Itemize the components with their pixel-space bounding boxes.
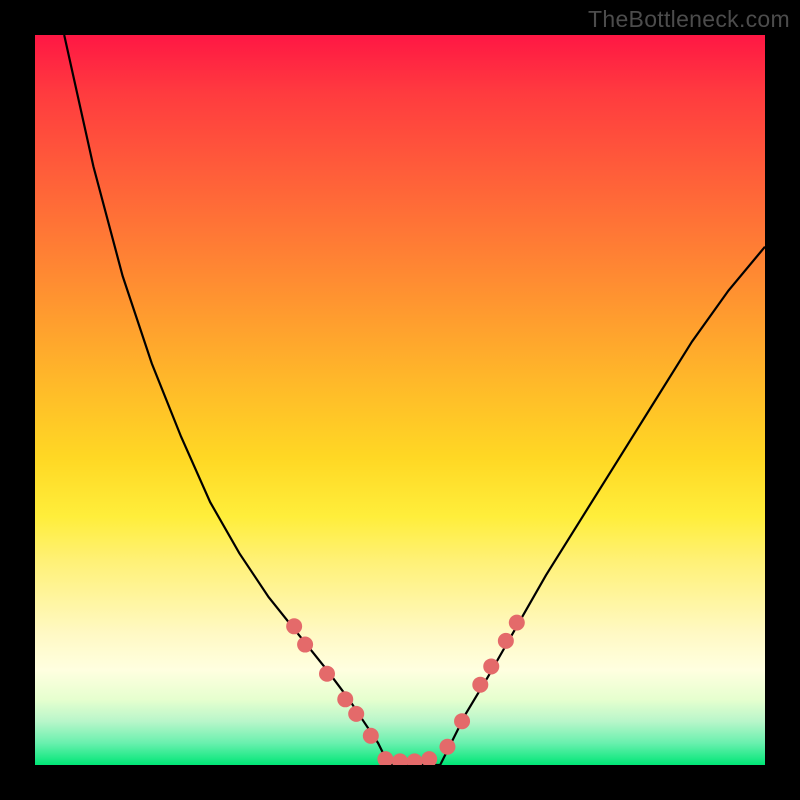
right-dot-2: [454, 713, 470, 729]
floor-dot-1: [377, 751, 393, 765]
plot-area: [35, 35, 765, 765]
right-curve-path: [440, 247, 765, 765]
right-dot-4: [483, 658, 499, 674]
left-dot-2: [297, 637, 313, 653]
left-dot-3: [319, 666, 335, 682]
right-dot-1: [439, 739, 455, 755]
right-dot-5: [498, 633, 514, 649]
floor-dot-3: [407, 753, 423, 765]
chart-svg: [35, 35, 765, 765]
floor-dot-2: [392, 753, 408, 765]
right-dot-6: [509, 615, 525, 631]
right-dot-3: [472, 677, 488, 693]
left-dot-1: [286, 618, 302, 634]
left-dot-5: [348, 706, 364, 722]
left-dot-6: [363, 728, 379, 744]
watermark-text: TheBottleneck.com: [588, 6, 790, 33]
left-curve-path: [64, 35, 389, 765]
left-dot-4: [337, 691, 353, 707]
floor-dot-4: [421, 751, 437, 765]
chart-stage: TheBottleneck.com: [0, 0, 800, 800]
marker-dots-group: [286, 615, 525, 765]
